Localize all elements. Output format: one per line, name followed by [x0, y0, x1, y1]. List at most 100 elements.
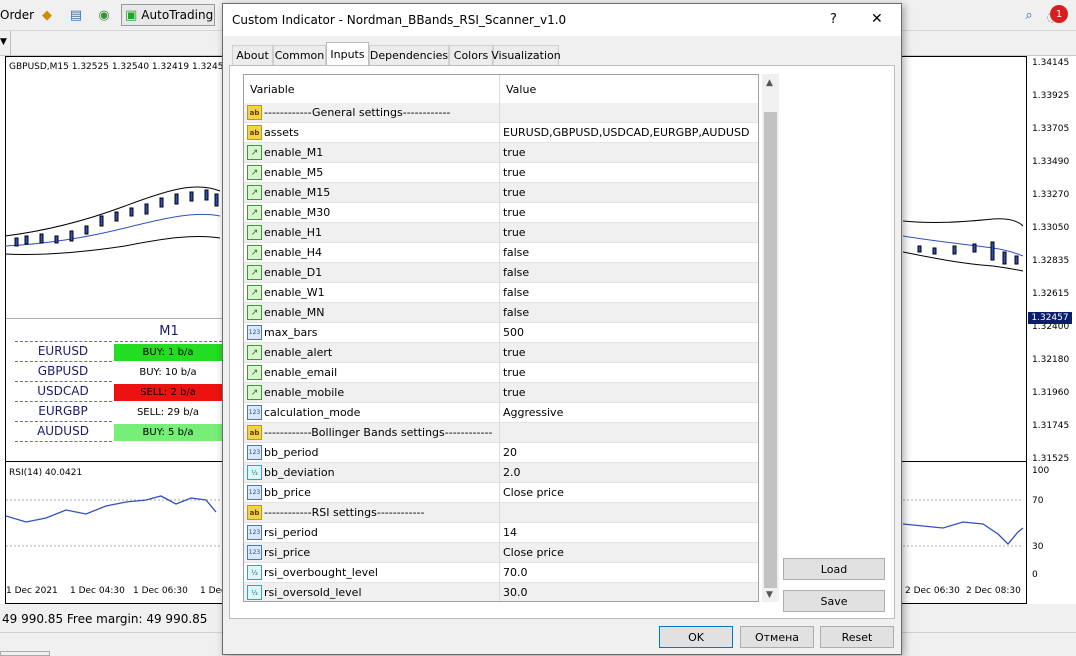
ok-button[interactable]: OK [659, 626, 733, 648]
input-row[interactable]: ↗ enable_W1 false [244, 283, 758, 303]
input-value[interactable]: true [503, 226, 526, 239]
inputs-tab-panel: Variable Value ab ------------General set… [229, 65, 895, 619]
double-type-icon: ½ [247, 585, 262, 600]
input-row[interactable]: 123 rsi_price Close price [244, 543, 758, 563]
scanner-symbol: EURGBP [38, 404, 88, 418]
scroll-down-icon[interactable]: ▼ [766, 590, 773, 600]
scrollbar-thumb[interactable] [764, 112, 777, 588]
input-value[interactable]: 2.0 [503, 466, 521, 479]
scanner-dash-line [15, 421, 112, 423]
input-variable-name: rsi_oversold_level [264, 586, 362, 599]
input-row[interactable]: ab assets EURUSD,GBPUSD,USDCAD,EURGBP,AUDU… [244, 123, 758, 143]
tab-dependencies[interactable]: Dependencies [369, 45, 449, 65]
input-value[interactable]: false [503, 266, 529, 279]
scanner-dash-line [15, 341, 112, 343]
input-row[interactable]: ↗ enable_alert true [244, 343, 758, 363]
inputs-grid[interactable]: Variable Value ab ------------General set… [243, 74, 759, 602]
double-type-icon: ½ [247, 465, 262, 480]
input-row[interactable]: 123 calculation_mode Aggressive [244, 403, 758, 423]
autotrading-button[interactable]: ▣ AutoTrading [121, 4, 215, 26]
bool-type-icon: ↗ [247, 305, 262, 320]
input-row[interactable]: ↗ enable_M30 true [244, 203, 758, 223]
input-value[interactable]: Aggressive [503, 406, 563, 419]
column-header-variable[interactable]: Variable [250, 83, 295, 96]
input-value[interactable]: 30.0 [503, 586, 528, 599]
input-row[interactable]: ab ------------Bollinger Bands settings--… [244, 423, 758, 443]
input-variable-name: assets [264, 126, 300, 139]
input-row[interactable]: 123 rsi_period 14 [244, 523, 758, 543]
input-row[interactable]: ↗ enable_mobile true [244, 383, 758, 403]
grid-header: Variable Value [244, 75, 758, 104]
input-row[interactable]: ↗ enable_H4 false [244, 243, 758, 263]
input-row[interactable]: ab ------------General settings----------… [244, 103, 758, 123]
tab-inputs[interactable]: Inputs [326, 42, 369, 66]
grid-scrollbar[interactable]: ▲ ▼ [762, 74, 779, 602]
close-button[interactable]: ✕ [871, 11, 883, 27]
price-axis-label: 1.33925 [1032, 91, 1070, 101]
input-value[interactable]: 14 [503, 526, 517, 539]
int-type-icon: 123 [247, 525, 262, 540]
input-value[interactable]: true [503, 186, 526, 199]
tab-common[interactable]: Common [273, 45, 326, 65]
signals-icon[interactable]: ◉ [95, 6, 113, 24]
help-button[interactable]: ? [830, 12, 837, 27]
input-value[interactable]: true [503, 166, 526, 179]
input-variable-name: calculation_mode [264, 406, 361, 419]
market-watch-icon[interactable]: ▤ [67, 6, 85, 24]
column-header-value[interactable]: Value [506, 83, 536, 96]
input-value[interactable]: false [503, 246, 529, 259]
input-value[interactable]: false [503, 286, 529, 299]
input-value[interactable]: 500 [503, 326, 524, 339]
input-variable-name: ------------RSI settings------------ [264, 506, 425, 519]
int-type-icon: 123 [247, 405, 262, 420]
price-axis-label: 1.34145 [1032, 58, 1070, 68]
scanner-signal-cell: SELL: 2 b/a [114, 384, 222, 401]
input-value[interactable]: true [503, 386, 526, 399]
scroll-up-icon[interactable]: ▲ [766, 78, 773, 88]
terminal-tab[interactable] [0, 651, 50, 656]
cancel-button[interactable]: Отмена [740, 626, 814, 648]
input-row[interactable]: ab ------------RSI settings------------ [244, 503, 758, 523]
input-row[interactable]: ↗ enable_M1 true [244, 143, 758, 163]
input-row[interactable]: ½ rsi_oversold_level 30.0 [244, 583, 758, 601]
input-row[interactable]: 123 max_bars 500 [244, 323, 758, 343]
input-variable-name: enable_M5 [264, 166, 324, 179]
rsi-line-left [6, 495, 222, 547]
input-row[interactable]: ↗ enable_M15 true [244, 183, 758, 203]
input-row[interactable]: ↗ enable_D1 false [244, 263, 758, 283]
input-variable-name: max_bars [264, 326, 318, 339]
input-value[interactable]: true [503, 346, 526, 359]
input-value[interactable]: true [503, 206, 526, 219]
save-button[interactable]: Save [783, 590, 885, 612]
tab-visualization[interactable]: Visualization [491, 45, 561, 65]
reset-button[interactable]: Reset [820, 626, 894, 648]
input-row[interactable]: 123 bb_period 20 [244, 443, 758, 463]
string-type-icon: ab [247, 125, 262, 140]
new-order-button[interactable]: Order [0, 8, 34, 22]
input-value[interactable]: false [503, 306, 529, 319]
input-value[interactable]: EURUSD,GBPUSD,USDCAD,EURGBP,AUDUSD [503, 126, 749, 139]
load-button[interactable]: Load [783, 558, 885, 580]
input-row[interactable]: ↗ enable_email true [244, 363, 758, 383]
input-row[interactable]: ½ bb_deviation 2.0 [244, 463, 758, 483]
input-value[interactable]: true [503, 366, 526, 379]
search-icon[interactable]: ⌕ [1020, 6, 1038, 24]
input-row[interactable]: ↗ enable_H1 true [244, 223, 758, 243]
input-value[interactable]: Close price [503, 546, 564, 559]
input-value[interactable]: 20 [503, 446, 517, 459]
tab-colors[interactable]: Colors [449, 45, 493, 65]
meta-editor-icon[interactable]: ◆ [38, 6, 56, 24]
bool-type-icon: ↗ [247, 345, 262, 360]
notification-badge[interactable]: 1 [1050, 5, 1068, 23]
dropdown-arrow-icon[interactable]: ▼ [0, 37, 7, 47]
input-row[interactable]: ½ rsi_overbought_level 70.0 [244, 563, 758, 583]
tab-about[interactable]: About [232, 45, 273, 65]
scanner-symbol: GBPUSD [37, 364, 89, 378]
input-row[interactable]: ↗ enable_M5 true [244, 163, 758, 183]
input-row[interactable]: 123 bb_price Close price [244, 483, 758, 503]
input-row[interactable]: ↗ enable_MN false [244, 303, 758, 323]
input-value[interactable]: Close price [503, 486, 564, 499]
scanner-dash-line [15, 361, 112, 363]
input-value[interactable]: 70.0 [503, 566, 528, 579]
input-value[interactable]: true [503, 146, 526, 159]
